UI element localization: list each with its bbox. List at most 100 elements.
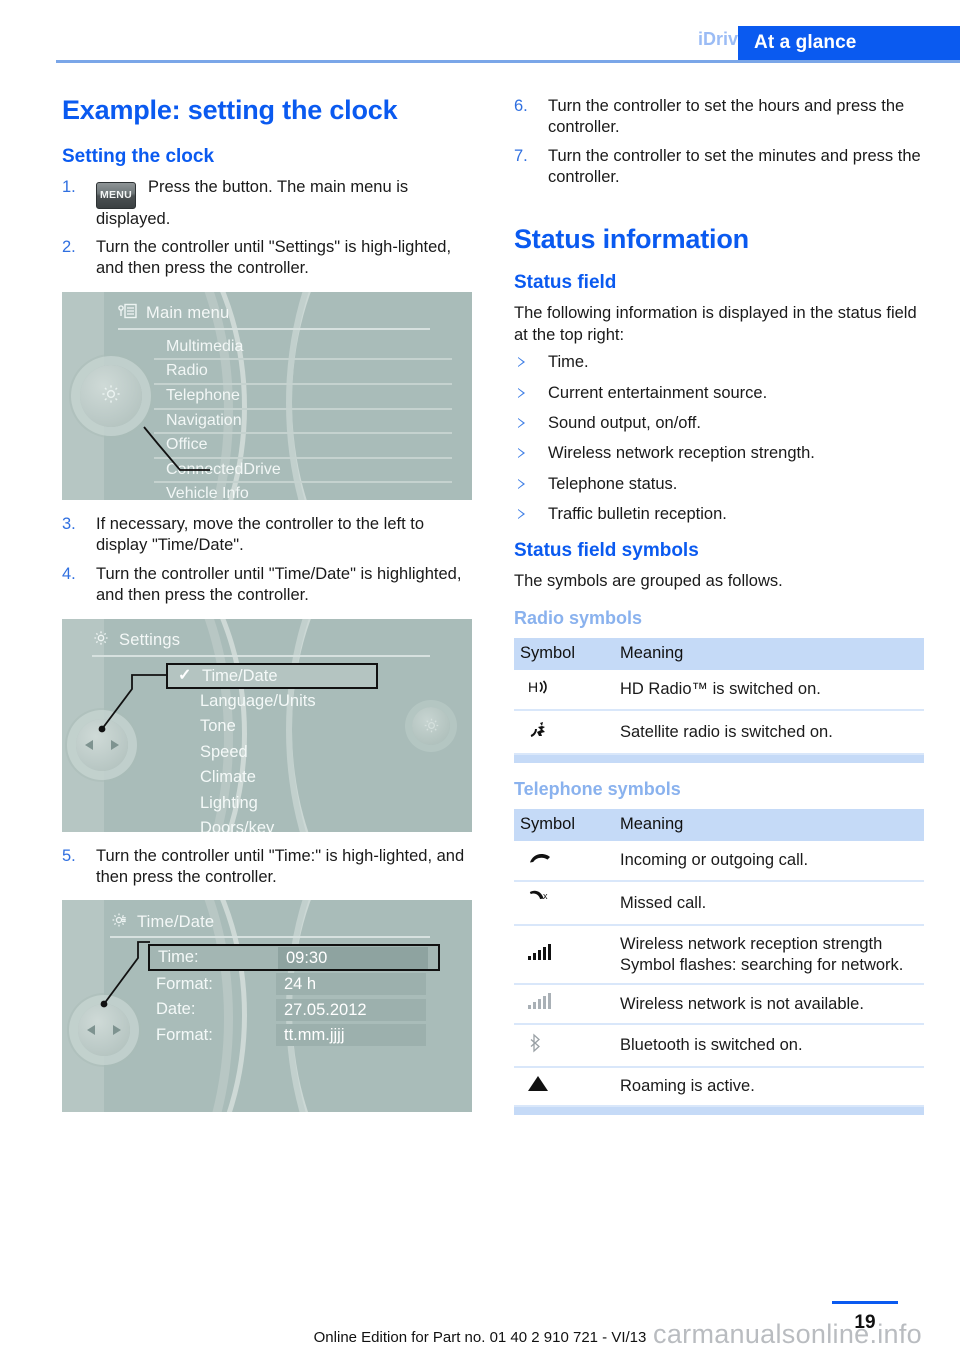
left-column: Example: setting the clock Setting the c… (62, 95, 472, 1126)
arrow-left-icon (87, 1025, 95, 1036)
settings-item-tone[interactable]: Tone (166, 714, 430, 740)
menu-item-navigation[interactable]: Navigation (154, 407, 452, 433)
triangle-bullet-icon (518, 387, 525, 398)
bullet-item-time: Time. (514, 352, 924, 373)
bluetooth-icon (514, 1023, 614, 1069)
field-value: tt.mm.jjjj (276, 1024, 426, 1047)
field-label: Time: (158, 948, 199, 967)
step-text: Turn the controller until "Time:" is hig… (96, 846, 465, 887)
field-row-date-format[interactable]: Format: tt.mm.jjjj (148, 1022, 432, 1048)
table-row: Bluetooth is switched on. (514, 1023, 924, 1069)
symbol-meaning: Roaming is active. (614, 1067, 924, 1108)
screen-title-underline (118, 327, 430, 330)
table-row: x Missed call. (514, 881, 924, 926)
symbol-meaning: Bluetooth is switched on. (614, 1023, 924, 1069)
heading-radio-symbols: Radio symbols (514, 608, 643, 629)
watermark: carmanualsonline.info (653, 1319, 922, 1349)
status-field-bullet-list: Time. Current entertainment source. Soun… (514, 352, 924, 526)
symbol-meaning: Missed call. (614, 881, 924, 926)
step-item-7: 7. Turn the controller to set the minute… (514, 146, 924, 189)
heading-status-field: Status field (514, 272, 617, 294)
step-text: Turn the controller to set the hours and… (548, 97, 905, 137)
column-header-symbol: Symbol (514, 637, 614, 670)
settings-item-time-date[interactable]: ✓ Time/Date (166, 662, 378, 689)
step-item-5: 5. Turn the controller until "Time:" is … (62, 846, 472, 889)
triangle-bullet-icon (518, 448, 525, 459)
field-row-time-format[interactable]: Format: 24 h (148, 971, 432, 997)
settings-item-doors-key[interactable]: Doors/key (166, 816, 430, 832)
step-item-6: 6. Turn the controller to set the hours … (514, 96, 924, 139)
signal-bars-gray-icon (514, 984, 614, 1025)
field-row-time[interactable]: Time: 09:30 (148, 944, 440, 972)
triangle-bullet-icon (518, 478, 525, 489)
step-text: Turn the controller until "Time/Date" is… (96, 564, 462, 605)
settings-item-lighting[interactable]: Lighting (166, 791, 430, 817)
table-header-row: Symbol Meaning (514, 637, 924, 670)
steps-list-2: 3. If necessary, move the controller to … (62, 514, 472, 607)
arrow-right-icon (113, 1025, 121, 1036)
screen-title-underline (92, 654, 430, 657)
idrive-screenshot-settings: Settings ✓ Time/Date Language/Units Tone… (62, 618, 472, 832)
gear-icon (99, 382, 123, 410)
gear-knob (80, 364, 142, 427)
field-row-date[interactable]: Date: 27.05.2012 (148, 997, 432, 1023)
screen-title-bar: Main menu (118, 300, 412, 328)
missed-call-icon: x (514, 881, 614, 926)
column-header-meaning: Meaning (614, 637, 924, 670)
menu-item-telephone[interactable]: Telephone (154, 383, 452, 408)
settings-list: ✓ Time/Date Language/Units Tone Speed Cl… (166, 662, 430, 832)
settings-item-climate[interactable]: Climate (166, 765, 430, 791)
step-number: 7. (514, 146, 528, 165)
bullet-item-sound-output: Sound output, on/off. (514, 413, 924, 434)
table-row: Wireless network is not available. (514, 984, 924, 1025)
page-header: iDrive At a glance (0, 0, 960, 63)
manual-page: iDrive At a glance Example: setting the … (0, 0, 960, 1362)
screen-title: Settings (119, 631, 181, 650)
menu-item-vehicle-info[interactable]: Vehicle Info (154, 481, 452, 500)
settings-item-language-units[interactable]: Language/Units (166, 689, 430, 715)
menu-item-multimedia[interactable]: Multimedia (154, 336, 452, 359)
screen-title: Main menu (146, 304, 230, 323)
bullet-item-traffic-bulletin: Traffic bulletin reception. (514, 504, 924, 525)
screen-title: Time/Date (137, 912, 215, 931)
bullet-text: Time. (548, 353, 589, 372)
table-row: Incoming or outgoing call. (514, 840, 924, 883)
settings-item-label: Time/Date (202, 666, 278, 685)
bullet-item-entertainment-source: Current entertainment source. (514, 383, 924, 404)
field-label: Date: (156, 1000, 196, 1019)
settings-item-speed[interactable]: Speed (166, 740, 430, 766)
symbol-meaning: Incoming or outgoing call. (614, 840, 924, 883)
table-end-row (514, 754, 924, 763)
steps-list-4: 6. Turn the controller to set the hours … (514, 96, 924, 189)
step-number: 4. (62, 564, 76, 583)
menu-item-radio[interactable]: Radio (154, 358, 452, 383)
header-section-tab: At a glance (738, 26, 960, 60)
status-field-intro: The following information is displayed i… (514, 304, 917, 344)
step-item-3: 3. If necessary, move the controller to … (62, 514, 472, 557)
table-end-row (514, 1106, 924, 1116)
step-text: Press the button. The main menu is displ… (96, 177, 409, 228)
table-header-row: Symbol Meaning (514, 808, 924, 841)
page-title: Example: setting the clock (62, 95, 398, 125)
check-icon: ✓ (178, 666, 192, 684)
column-header-meaning: Meaning (614, 808, 924, 841)
step-item-2: 2. Turn the controller until "Settings" … (62, 237, 472, 280)
step-item-4: 4. Turn the controller until "Time/Date"… (62, 564, 472, 607)
bullet-text: Wireless network reception strength. (548, 444, 815, 463)
menu-item-office[interactable]: Office (154, 432, 452, 457)
controller-knob (76, 718, 128, 771)
step-text: Turn the controller to set the minutes a… (548, 146, 921, 187)
signal-bars-icon (514, 924, 614, 986)
menu-item-connecteddrive[interactable]: ConnectedDrive (154, 456, 452, 482)
signal-bars-gray-glyph (528, 993, 551, 1010)
screen-title-bar: Settings (92, 627, 412, 655)
table-row: H HD Radio™ is switched on. (514, 669, 924, 712)
idrive-screenshot-main-menu: Main menu Multimedia Radio Telephone Nav… (62, 291, 472, 500)
field-value: 24 h (276, 973, 426, 996)
section-heading-setting-the-clock: Setting the clock (62, 145, 215, 167)
field-label: Format: (156, 1025, 213, 1044)
symbol-meaning: Satellite radio is switched on. (614, 710, 924, 755)
column-header-symbol: Symbol (514, 808, 614, 841)
gear-icon (110, 911, 128, 934)
svg-text:H: H (528, 679, 538, 695)
